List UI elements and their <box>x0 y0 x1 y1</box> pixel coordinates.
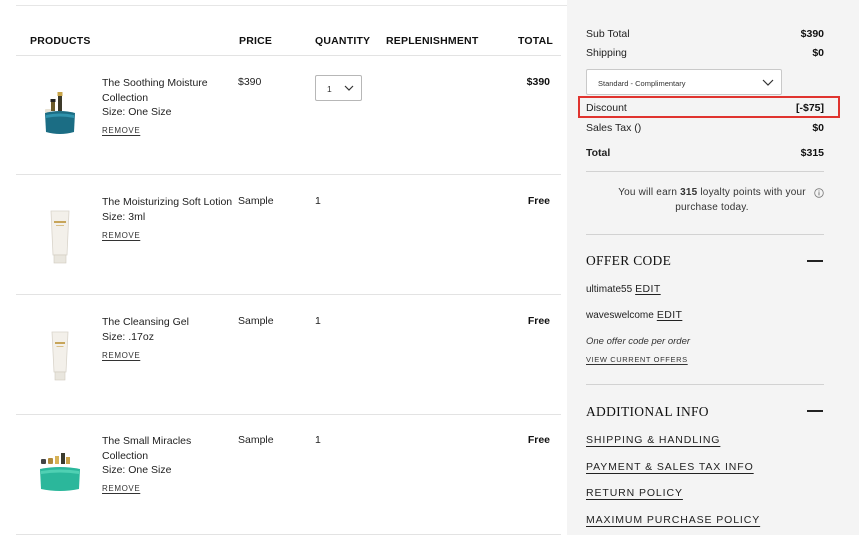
cart-row: The Small Miracles Collection Size: One … <box>16 415 561 535</box>
subtotal-value: $390 <box>800 28 824 40</box>
offer-note: One offer code per order <box>586 336 691 347</box>
offer-code-item: ultimate55 EDIT <box>586 283 661 295</box>
divider <box>16 5 567 6</box>
subtotal-label: Sub Total <box>586 28 630 40</box>
line-total: Free <box>527 434 550 446</box>
product-size: Size: One Size <box>102 106 172 118</box>
quantity-value: 1 <box>327 84 332 94</box>
offer-code-title: OFFER CODE <box>586 253 672 268</box>
remove-link[interactable]: REMOVE <box>102 126 140 135</box>
chevron-down-icon <box>344 85 354 91</box>
collapse-icon[interactable] <box>807 260 823 262</box>
product-price: Sample <box>238 315 274 327</box>
product-size: Size: One Size <box>102 464 172 476</box>
column-header-total: TOTAL <box>518 35 554 47</box>
edit-offer-link[interactable]: EDIT <box>635 283 661 295</box>
edit-offer-link[interactable]: EDIT <box>657 309 683 321</box>
column-header-quantity: QUANTITY <box>315 35 371 47</box>
divider <box>586 234 824 235</box>
remove-link[interactable]: REMOVE <box>102 231 140 240</box>
quantity-value: 1 <box>315 434 321 446</box>
product-name: The Small Miracles Collection <box>102 435 192 462</box>
offer-code-item: waveswelcome EDIT <box>586 309 682 321</box>
shipping-row: Shipping $0 <box>586 47 824 59</box>
column-header-replenishment: REPLENISHMENT <box>386 35 479 47</box>
return-policy-link[interactable]: RETURN POLICY <box>586 487 683 499</box>
quantity-select[interactable]: 1 <box>315 75 362 101</box>
chevron-down-icon <box>762 79 774 86</box>
product-name: The Soothing Moisture Collection <box>102 77 208 104</box>
shipping-handling-link[interactable]: SHIPPING & HANDLING <box>586 434 720 446</box>
cart-row: The Moisturizing Soft Lotion Size: 3ml R… <box>16 175 561 295</box>
product-size: Size: .17oz <box>102 331 154 343</box>
loyalty-points: 315 <box>680 187 698 198</box>
shipping-method-select[interactable]: Standard - Complimentary <box>586 69 782 95</box>
shipping-label: Shipping <box>586 47 627 59</box>
loyalty-message: You will earn 315 loyalty points with yo… <box>597 185 827 215</box>
sales-tax-value: $0 <box>812 122 824 134</box>
product-name: The Cleansing Gel <box>102 316 189 328</box>
product-name: The Moisturizing Soft Lotion <box>102 196 233 208</box>
cart-row: The Cleansing Gel Size: .17oz REMOVE Sam… <box>16 295 561 415</box>
shipping-method-value: Standard - Complimentary <box>598 79 686 88</box>
quantity-value: 1 <box>315 315 321 327</box>
line-total: Free <box>527 195 550 207</box>
sales-tax-label: Sales Tax () <box>586 122 642 134</box>
product-image <box>40 453 80 491</box>
view-current-offers-link[interactable]: VIEW CURRENT OFFERS <box>586 355 688 364</box>
product-price: $390 <box>238 76 262 88</box>
product-price: Sample <box>238 434 274 446</box>
highlight-box <box>578 96 840 118</box>
product-image <box>51 331 69 381</box>
offer-code-text: waveswelcome <box>586 310 654 321</box>
line-total: Free <box>527 315 550 327</box>
product-image <box>45 92 75 134</box>
order-summary: Sub Total $390 Shipping $0 Standard - Co… <box>567 0 859 535</box>
total-row: Total $315 <box>586 147 824 159</box>
line-total: $390 <box>526 76 550 88</box>
divider <box>586 384 824 385</box>
additional-info-title: ADDITIONAL INFO <box>586 404 709 419</box>
shipping-value: $0 <box>812 47 824 59</box>
quantity-value: 1 <box>315 195 321 207</box>
payment-tax-info-link[interactable]: PAYMENT & SALES TAX INFO <box>586 461 754 473</box>
product-image <box>50 210 70 264</box>
offer-code-text: ultimate55 <box>586 284 633 295</box>
maximum-purchase-policy-link[interactable]: MAXIMUM PURCHASE POLICY <box>586 514 760 526</box>
subtotal-row: Sub Total $390 <box>586 28 824 40</box>
cart-table: PRODUCTS PRICE QUANTITY REPLENISHMENT TO… <box>16 0 567 535</box>
loyalty-text-prefix: You will earn <box>618 187 681 198</box>
column-header-price: PRICE <box>239 35 273 47</box>
collapse-icon[interactable] <box>807 410 823 412</box>
info-icon[interactable] <box>814 188 824 198</box>
product-price: Sample <box>238 195 274 207</box>
divider <box>586 171 824 172</box>
remove-link[interactable]: REMOVE <box>102 351 140 360</box>
product-size: Size: 3ml <box>102 211 146 223</box>
sales-tax-row: Sales Tax () $0 <box>586 122 824 134</box>
cart-row: The Soothing Moisture Collection Size: O… <box>16 55 561 175</box>
column-header-products: PRODUCTS <box>30 35 91 47</box>
total-label: Total <box>586 147 611 159</box>
remove-link[interactable]: REMOVE <box>102 484 140 493</box>
total-value: $315 <box>800 147 824 159</box>
